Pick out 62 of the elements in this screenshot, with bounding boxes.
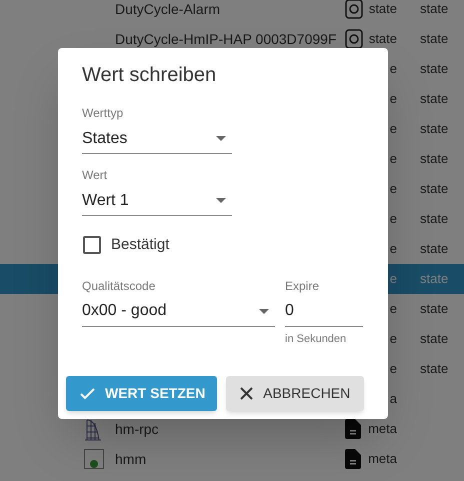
select-field[interactable]: States [82,124,232,154]
row-type: state [368,30,397,48]
dropdown-caret-icon [216,198,226,203]
row-type: a [390,390,397,408]
row-role: state [420,121,448,136]
row-role: state [420,61,448,76]
row-role: state [420,151,448,166]
row-name: DutyCycle-Alarm [115,0,220,16]
row-type: e [390,150,397,168]
row-type: e [390,300,397,318]
row-type: e [390,180,397,198]
row-role: state [420,361,448,376]
dropdown-caret-icon [259,308,269,314]
list-row[interactable]: hmm meta [0,444,464,474]
row-role: state [420,31,448,46]
row-name: DutyCycle-HmIP-HAP 0003D7099F [115,30,336,46]
helper-text: in Sekunden [285,332,348,346]
row-role: state [420,1,448,16]
file-icon [84,449,104,469]
row-role: state [420,91,448,106]
field-label: Expire [285,278,320,294]
checkbox-label: Bestätigt [111,235,170,255]
document-icon [345,449,361,469]
row-role: state [420,211,448,226]
row-type: e [390,330,397,348]
building-icon [84,417,102,441]
row-type: e [390,120,397,138]
row-name: hm-rpc [115,420,159,436]
dropdown-caret-icon [216,136,226,141]
row-role: state [420,181,448,196]
checkbox[interactable] [83,236,101,254]
row-type: e [390,90,397,108]
state-icon [345,0,363,19]
select-field[interactable]: Wert 1 [82,186,232,216]
set-value-button[interactable]: WERT SETZEN [66,376,218,411]
row-type: meta [368,450,397,468]
row-type: e [390,240,397,258]
document-icon [345,419,361,439]
row-role: state [420,301,448,316]
row-type: e [390,360,397,378]
row-type: state [368,0,397,18]
list-row[interactable]: hm-rpc meta [0,414,464,444]
check-icon [80,388,95,400]
row-role: state [420,271,448,286]
dialog-title: Wert schreiben [82,63,218,88]
row-type: e [390,270,397,288]
state-icon [345,29,363,49]
row-type: e [390,210,397,228]
field-label: Wert [82,167,108,184]
row-type: e [390,60,397,78]
row-role: state [420,331,448,346]
field-label: Qualitätscode [82,278,156,294]
list-row[interactable]: DutyCycle-Alarm state state [0,0,464,24]
list-row[interactable]: DutyCycle-HmIP-HAP 0003D7099F state state [0,24,464,54]
close-icon [240,387,254,400]
select-field[interactable]: 0x00 - good [82,296,275,326]
cancel-button[interactable]: ABBRECHEN [226,376,364,411]
row-name: hmm [115,450,146,466]
field-label: Werttyp [82,105,124,122]
row-role: state [420,241,448,256]
input-field[interactable]: 0 [285,296,363,326]
row-type: meta [368,420,397,438]
